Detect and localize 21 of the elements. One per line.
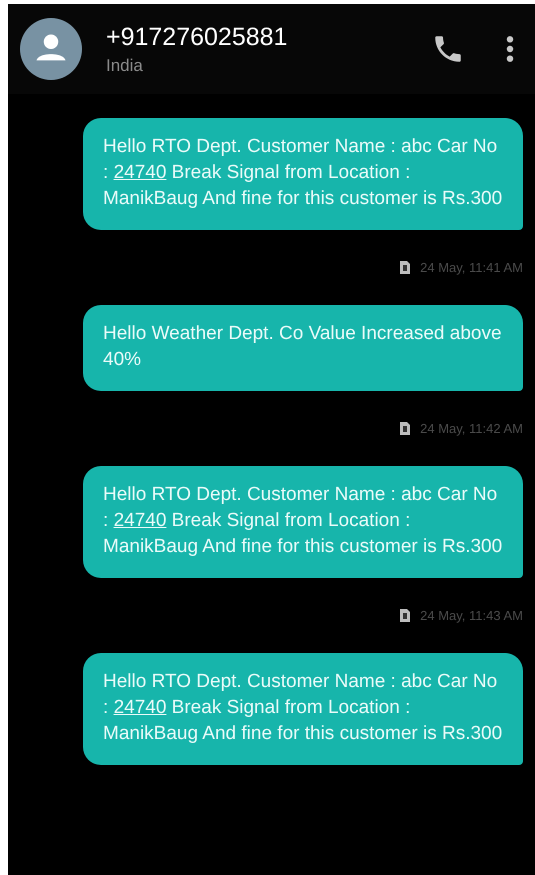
number-link[interactable]: 24740 <box>114 510 166 531</box>
contact-avatar-icon <box>20 18 82 80</box>
message-timestamp: 24 May, 11:41 AM <box>420 260 523 275</box>
contact-number: +917276025881 <box>106 22 288 52</box>
sim-card-icon <box>400 609 410 622</box>
message-text: Hello RTO Dept. Customer Name : abc Car No : 24740 Break Signal from Location : ManikBaug And fine for this customer is Rs.300 <box>103 670 503 746</box>
message-bubble[interactable]: Hello RTO Dept. Customer Name : abc Car No : 24740 Break Signal from Location : ManikBaug And fine for this customer is Rs.300 <box>83 118 523 230</box>
message-text: Hello RTO Dept. Customer Name : abc Car No : 24740 Break Signal from Location : ManikBaug And fine for this customer is Rs.300 <box>103 135 503 211</box>
message-text: Hello Weather Dept. Co Value Increased above 40% <box>103 322 503 372</box>
message-timestamp: 24 May, 11:42 AM <box>420 421 523 436</box>
message-bubble[interactable]: Hello RTO Dept. Customer Name : abc Car No : 24740 Break Signal from Location : ManikBaug And fine for this customer is Rs.300 <box>83 653 523 765</box>
number-link[interactable]: 24740 <box>114 162 166 183</box>
sim-card-icon <box>400 422 410 435</box>
message-text: Hello RTO Dept. Customer Name : abc Car No : 24740 Break Signal from Location : ManikBaug And fine for this customer is Rs.300 <box>103 483 503 559</box>
message-timestamp: 24 May, 11:43 AM <box>420 608 523 623</box>
contact-country: India <box>106 56 144 76</box>
sim-card-icon <box>400 261 410 274</box>
message-bubble[interactable]: Hello Weather Dept. Co Value Increased above 40% <box>83 305 523 391</box>
more-options-icon[interactable] <box>505 35 515 63</box>
message-bubble[interactable]: Hello RTO Dept. Customer Name : abc Car No : 24740 Break Signal from Location : ManikBaug And fine for this customer is Rs.300 <box>83 466 523 578</box>
number-link[interactable]: 24740 <box>114 697 166 718</box>
